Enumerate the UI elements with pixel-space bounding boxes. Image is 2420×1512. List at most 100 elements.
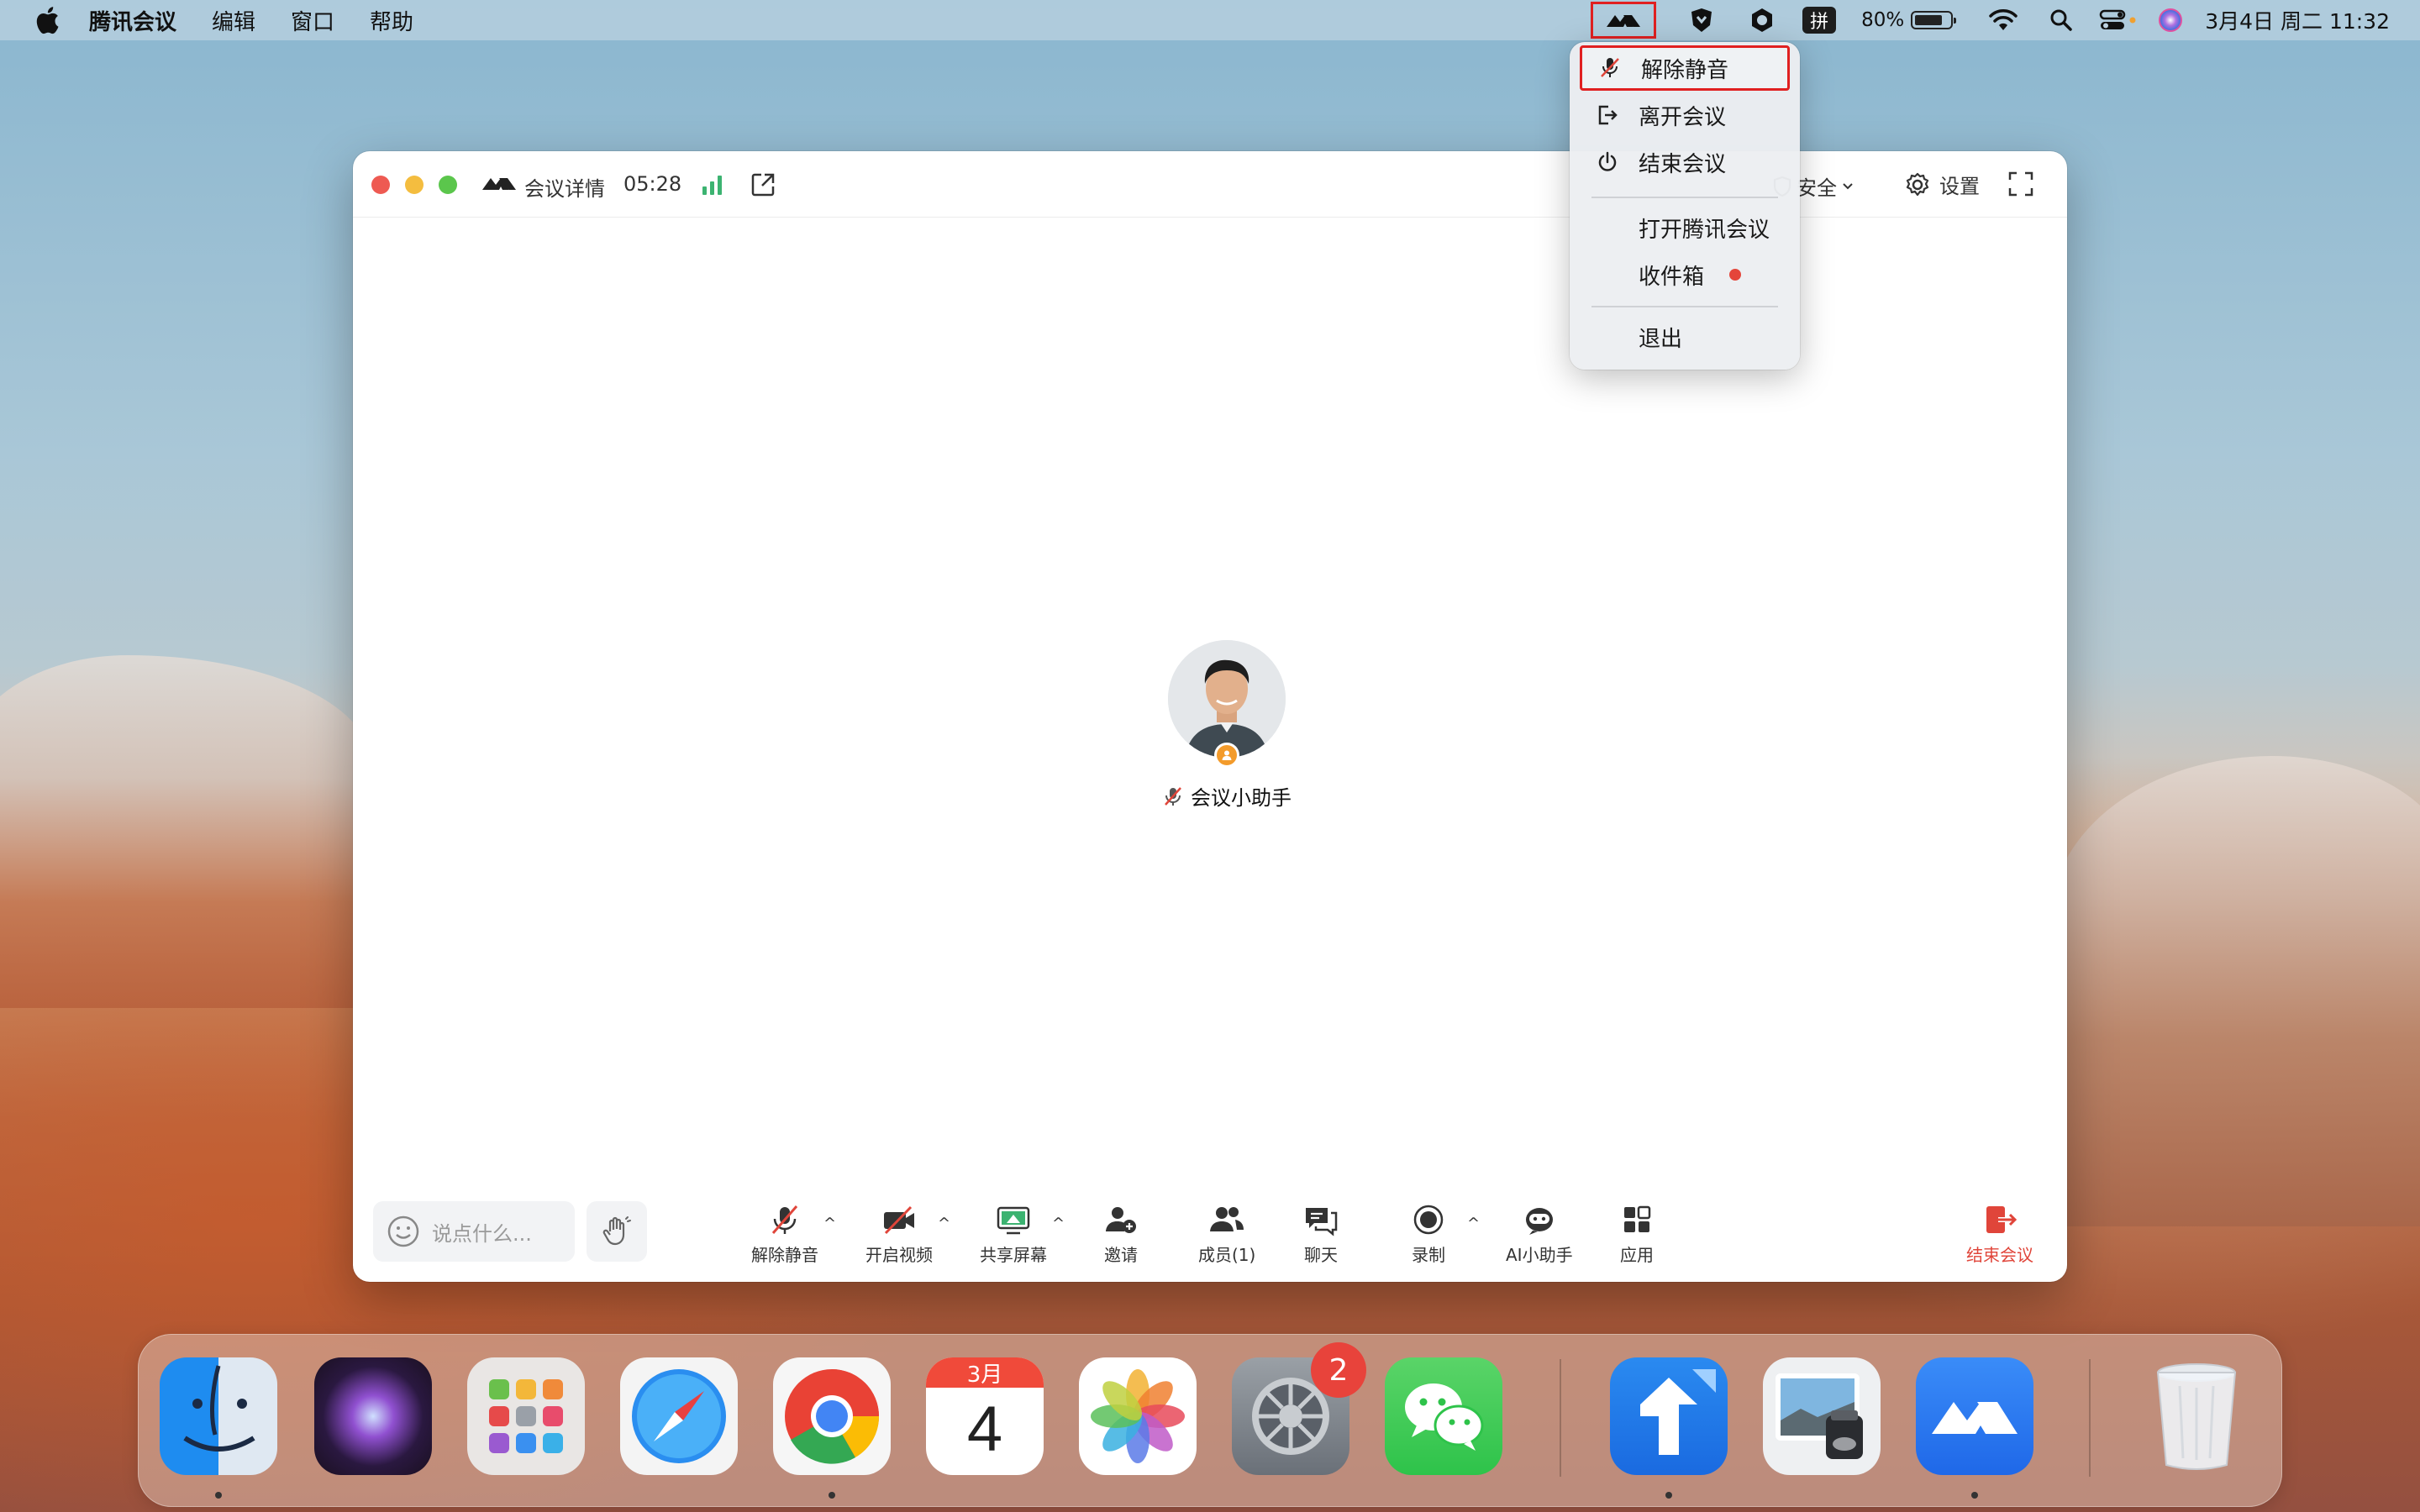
chevron-down-icon (1843, 182, 1853, 189)
apps-label: 应用 (1620, 1245, 1654, 1265)
emoji-icon[interactable] (387, 1215, 420, 1248)
running-indicator (1665, 1492, 1672, 1499)
launchpad-icon[interactable] (467, 1357, 585, 1475)
avatar (1168, 640, 1286, 758)
ai-assistant-icon (1525, 1208, 1553, 1235)
hexagon-app-icon[interactable] (1742, 0, 1782, 40)
fullscreen-icon[interactable] (2008, 171, 2033, 202)
meeting-detail-button[interactable]: 会议详情 (524, 172, 605, 202)
calendar-month: 3月 (926, 1357, 1044, 1388)
navigation-app-icon[interactable] (1610, 1357, 1728, 1475)
wechat-icon[interactable] (1385, 1357, 1502, 1475)
record-options-chevron-icon[interactable]: ^ (1467, 1215, 1480, 1232)
settings-button[interactable]: 设置 (1904, 170, 1980, 199)
invite-button[interactable]: 邀请 (1102, 1203, 1139, 1266)
members-label: 成员(1) (1198, 1245, 1256, 1265)
add-user-icon (1106, 1207, 1136, 1233)
safari-icon[interactable] (620, 1357, 738, 1475)
tray-open-app-item[interactable]: 打开腾讯会议 (1580, 205, 1790, 250)
meeting-timer: 05:28 (623, 172, 682, 196)
mic-muted-icon (1597, 55, 1623, 81)
end-meeting-button[interactable]: 结束会议 (1966, 1203, 2033, 1266)
host-badge-icon (1214, 743, 1239, 768)
unmute-button[interactable]: 解除静音 (751, 1203, 818, 1266)
record-button[interactable]: 录制 (1412, 1203, 1445, 1266)
mic-muted-icon (1165, 786, 1181, 806)
input-method-indicator[interactable]: 拼 (1802, 7, 1837, 34)
tray-open-app-label: 打开腾讯会议 (1639, 217, 1770, 243)
battery-percent: 80% (1861, 9, 1905, 31)
settings-label: 设置 (1939, 175, 1980, 198)
members-button[interactable]: 成员(1) (1198, 1203, 1255, 1266)
share-options-chevron-icon[interactable]: ^ (1052, 1215, 1065, 1232)
tencent-meeting-tray-icon[interactable] (1591, 2, 1657, 39)
tray-inbox-label: 收件箱 (1639, 264, 1705, 290)
quick-chat-input[interactable]: 说点什么... (373, 1201, 575, 1262)
ai-assistant-button[interactable]: AI小助手 (1506, 1203, 1573, 1266)
tray-unmute-item[interactable]: 解除静音 (1580, 45, 1790, 91)
apps-grid-icon (1624, 1205, 1651, 1232)
tray-inbox-item[interactable]: 收件箱 (1580, 252, 1790, 297)
share-screen-label: 共享屏幕 (980, 1245, 1047, 1265)
running-indicator (829, 1492, 835, 1499)
running-indicator (1971, 1492, 1978, 1499)
tray-leave-item[interactable]: 离开会议 (1580, 92, 1790, 138)
preview-icon[interactable] (1763, 1357, 1881, 1475)
close-window-button[interactable] (371, 176, 390, 194)
video-options-chevron-icon[interactable]: ^ (938, 1215, 950, 1232)
dock-separator (1560, 1359, 1561, 1477)
menu-window[interactable]: 窗口 (291, 5, 334, 36)
unread-dot (1729, 269, 1741, 281)
exit-icon (1986, 1206, 2018, 1233)
tray-quit-item[interactable]: 退出 (1580, 314, 1790, 360)
tray-leave-label: 离开会议 (1639, 104, 1727, 130)
control-center-icon[interactable] (2097, 0, 2139, 40)
zoom-window-button[interactable] (439, 176, 457, 194)
ai-assistant-label: AI小助手 (1506, 1245, 1573, 1265)
popout-icon[interactable] (750, 171, 776, 203)
siri-app-icon[interactable] (314, 1357, 432, 1475)
wallpaper-rock-left (0, 655, 370, 1008)
menu-separator (1591, 197, 1778, 198)
apps-button[interactable]: 应用 (1620, 1203, 1654, 1266)
dock-separator (2089, 1359, 2091, 1477)
invite-label: 邀请 (1104, 1245, 1138, 1265)
finder-icon[interactable] (160, 1357, 277, 1475)
battery-icon[interactable] (1911, 11, 1957, 29)
meeting-window: 会议详情 05:28 安全 设置 会议小助手 说点什么... 解除静音 ^ 开启… (353, 151, 2067, 1282)
spotlight-search-icon[interactable] (2047, 0, 2075, 40)
unmute-label: 解除静音 (751, 1245, 818, 1265)
trash-icon[interactable] (2138, 1357, 2255, 1475)
audio-options-chevron-icon[interactable]: ^ (823, 1215, 836, 1232)
running-indicator (215, 1492, 222, 1499)
calendar-icon[interactable]: 3月 4 (926, 1357, 1044, 1475)
tray-end-item[interactable]: 结束会议 (1580, 139, 1790, 185)
network-signal-icon[interactable] (701, 173, 724, 202)
battery-fill (1915, 15, 1943, 25)
tencent-meeting-app-icon[interactable] (1916, 1357, 2033, 1475)
security-label: 安全 (1797, 176, 1837, 200)
notification-badge: 2 (1311, 1342, 1366, 1398)
record-label: 录制 (1412, 1245, 1445, 1265)
menu-app-name[interactable]: 腾讯会议 (89, 5, 176, 36)
menu-edit[interactable]: 编辑 (212, 5, 255, 36)
chat-icon (1306, 1208, 1338, 1236)
wallpaper-rock-right (2050, 756, 2420, 1226)
siri-icon[interactable] (2156, 0, 2185, 40)
shield-vpn-icon[interactable] (1681, 0, 1722, 40)
share-screen-button[interactable]: 共享屏幕 (980, 1203, 1047, 1266)
chrome-icon[interactable] (773, 1357, 891, 1475)
photos-icon[interactable] (1079, 1357, 1197, 1475)
window-titlebar: 会议详情 05:28 安全 设置 (353, 151, 2067, 218)
minimize-window-button[interactable] (405, 176, 424, 194)
menu-help[interactable]: 帮助 (370, 5, 413, 36)
wifi-icon[interactable] (1986, 0, 2020, 40)
menu-separator (1591, 306, 1778, 307)
start-video-label: 开启视频 (865, 1245, 933, 1265)
chat-button[interactable]: 聊天 (1302, 1203, 1339, 1266)
record-icon (1413, 1205, 1444, 1235)
start-video-button[interactable]: 开启视频 (865, 1203, 933, 1266)
apple-menu-icon[interactable] (30, 3, 64, 37)
raise-hand-button[interactable] (587, 1201, 647, 1262)
clock-datetime[interactable]: 3月4日 周二 11:32 (2205, 5, 2390, 35)
